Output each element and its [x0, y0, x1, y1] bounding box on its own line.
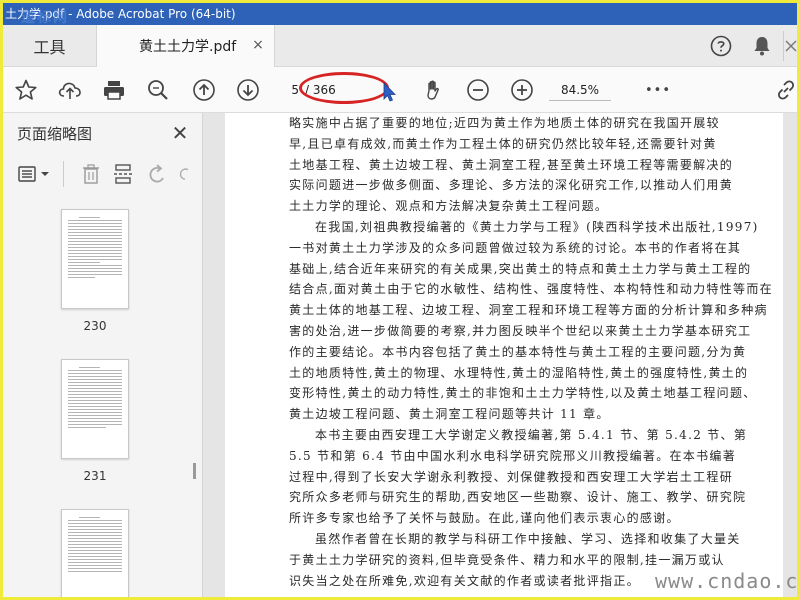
bottom-watermark: www.cndao.com: [655, 569, 797, 593]
total-pages-label: / 366: [305, 83, 336, 97]
zoom-level-field[interactable]: 84.5%: [549, 79, 611, 101]
bookmark-star-icon[interactable]: [13, 77, 39, 103]
text-line: 所许多专家也给予了关怀与鼓励。在此,谨向他们表示衷心的感谢。: [289, 511, 680, 526]
text-line: 实际问题进一步做多侧面、多理论、多方法的深化研究工作,以推动人们用黄: [289, 178, 734, 193]
text-line: 本书主要由西安理工大学谢定义教授编著,第 5.4.1 节、第 5.4.2 节、第: [315, 427, 748, 442]
tab-document-label: 黄土土力学.pdf: [139, 39, 237, 55]
thumbnail-page-label: 230: [83, 319, 107, 333]
pdf-page: 略实施中占据了重要的地位;近四为黄土作为地质土体的研究在我国开展较 早,且已卓有成…: [225, 113, 783, 597]
main-toolbar: 5 / 366 84.5% •••: [3, 67, 797, 113]
document-paragraph: 在我国,刘祖典教授编著的《黄土力学与工程》(陕西科学技术出版社,1997) 一书对…: [289, 217, 773, 425]
next-page-icon[interactable]: [235, 77, 261, 103]
toolbar-divider: [63, 161, 64, 187]
text-line: 虽然作者曾在长期的教学与科研工作中接触、学习、选择和收集了大量关: [315, 531, 741, 546]
tab-close-button[interactable]: ×: [250, 37, 266, 53]
tab-tools[interactable]: 工具: [3, 25, 97, 67]
thumbnail-options-menu[interactable]: [17, 162, 53, 186]
thumbnail-list: 230 231: [3, 197, 189, 597]
text-line: 作的主要结论。本书内容包括了黄土的基本特性与黄土工程的主要问题,分为黄: [289, 344, 747, 359]
panel-title: 页面缩略图: [17, 125, 93, 143]
hand-tool-icon[interactable]: [421, 77, 447, 103]
document-paragraph: 本书主要由西安理工大学谢定义教授编著,第 5.4.1 节、第 5.4.2 节、第…: [289, 425, 767, 529]
tab-document[interactable]: 黄土土力学.pdf ×: [97, 25, 275, 67]
print-icon[interactable]: [101, 77, 127, 103]
cursor-pointer-icon: [375, 79, 401, 105]
text-line: 黄土边坡工程问题、黄土洞室工程问题等共计 11 章。: [289, 407, 610, 422]
text-line: 害的处治,进一步做简要的考察,并力图反映半个世纪以来黄土土力学基本研究工: [289, 323, 752, 338]
tab-bar: 工具 黄土土力学.pdf ×: [3, 25, 797, 67]
upload-cloud-icon[interactable]: [57, 77, 83, 103]
share-link-icon[interactable]: [773, 77, 797, 103]
notification-bell-icon[interactable]: [750, 34, 774, 58]
text-line: 土土力学的理论、观点和方法解决复杂黄土工程问题。: [289, 199, 609, 214]
more-tools-icon[interactable]: •••: [645, 77, 671, 103]
text-line: 5.5 节和第 6.4 节由中国水利水电科学研究院邢义川教授编著。在本书编著: [289, 448, 737, 463]
text-line: 过程中,得到了长安大学谢永利教授、刘保健教授和西安理工大学岩土工程研: [289, 469, 734, 484]
window-title-bar: 土力学.pdf - Adobe Acrobat Pro (64-bit): [3, 3, 797, 25]
document-paragraph: 略实施中占据了重要的地位;近四为黄土作为地质土体的研究在我国开展较 早,且已卓有成…: [289, 113, 767, 217]
text-line: 究所众多老师与研究生的帮助,西安地区一些勘察、设计、施工、教学、研究院: [289, 490, 747, 505]
help-icon[interactable]: [709, 34, 733, 58]
text-line: 黄土土体的地基工程、边坡工程、洞室工程和环境工程等方面的分析计算和多种病: [289, 303, 768, 318]
rotate-right-icon[interactable]: [177, 162, 193, 186]
previous-page-icon[interactable]: [191, 77, 217, 103]
zoom-out-icon[interactable]: [465, 77, 491, 103]
text-line: 土的地质特性,黄土的物理、水理特性,黄土的湿陷特性,黄土的强度特性,黄土的: [289, 365, 749, 380]
page-number-field[interactable]: 5 / 366: [285, 79, 381, 101]
text-line: 一书对黄土土力学涉及的众多问题曾做过较为系统的讨论。本书的作者将在其: [289, 240, 742, 255]
page-thumbnails-panel: 页面缩略图 ✕ 230 231: [3, 113, 203, 597]
zoom-search-icon[interactable]: [145, 77, 171, 103]
extract-page-icon[interactable]: [111, 162, 135, 186]
text-line: 基础上,结合近年来研究的有关成果,突出黄土的特点和黄土土力学与黄土工程的: [289, 261, 752, 276]
window-title: 土力学.pdf - Adobe Acrobat Pro (64-bit): [5, 7, 236, 21]
rotate-left-icon[interactable]: [145, 162, 169, 186]
text-line: 结合点,面对黄土由于它的水敏性、结构性、强度特性、本构特性和动力特性等而在: [289, 282, 773, 297]
panel-close-button[interactable]: ✕: [169, 121, 191, 145]
page-thumbnail[interactable]: [61, 209, 129, 309]
panel-scrollbar[interactable]: [193, 463, 196, 479]
acrobat-window: 土力学.pdf - Adobe Acrobat Pro (64-bit) 道标网…: [3, 3, 797, 597]
text-line: 土地基工程、黄土边坡工程、黄土洞室工程,甚至黄土环境工程等需要解决的: [289, 157, 734, 172]
thumbnail-toolbar: [11, 159, 201, 189]
zoom-in-icon[interactable]: [509, 77, 535, 103]
text-line: 早,且已卓有成效,而黄土作为工程土体的研究仍然比较年轻,还需要针对黄: [289, 136, 717, 151]
page-thumbnail[interactable]: [61, 359, 129, 459]
divider-icon: [783, 31, 797, 61]
text-line: 略实施中占据了重要的地位;近四为黄土作为地质土体的研究在我国开展较: [289, 116, 720, 130]
delete-page-icon[interactable]: [79, 162, 103, 186]
text-line: 变形特性,黄土的动力特性,黄土的非饱和土土力学特性,以及黄土地基工程问题、: [289, 386, 757, 401]
text-line: 于黄土土力学研究的资料,但毕竟受条件、精力和水平的限制,挂一漏万或认: [289, 552, 725, 567]
thumbnail-page-label: 231: [83, 469, 107, 483]
current-page-input[interactable]: 5: [285, 83, 299, 97]
page-thumbnail[interactable]: [61, 509, 129, 597]
document-view: 略实施中占据了重要的地位;近四为黄土作为地质土体的研究在我国开展较 早,且已卓有成…: [203, 113, 797, 597]
text-line: 在我国,刘祖典教授编著的《黄土力学与工程》(陕西科学技术出版社,1997): [315, 219, 759, 234]
